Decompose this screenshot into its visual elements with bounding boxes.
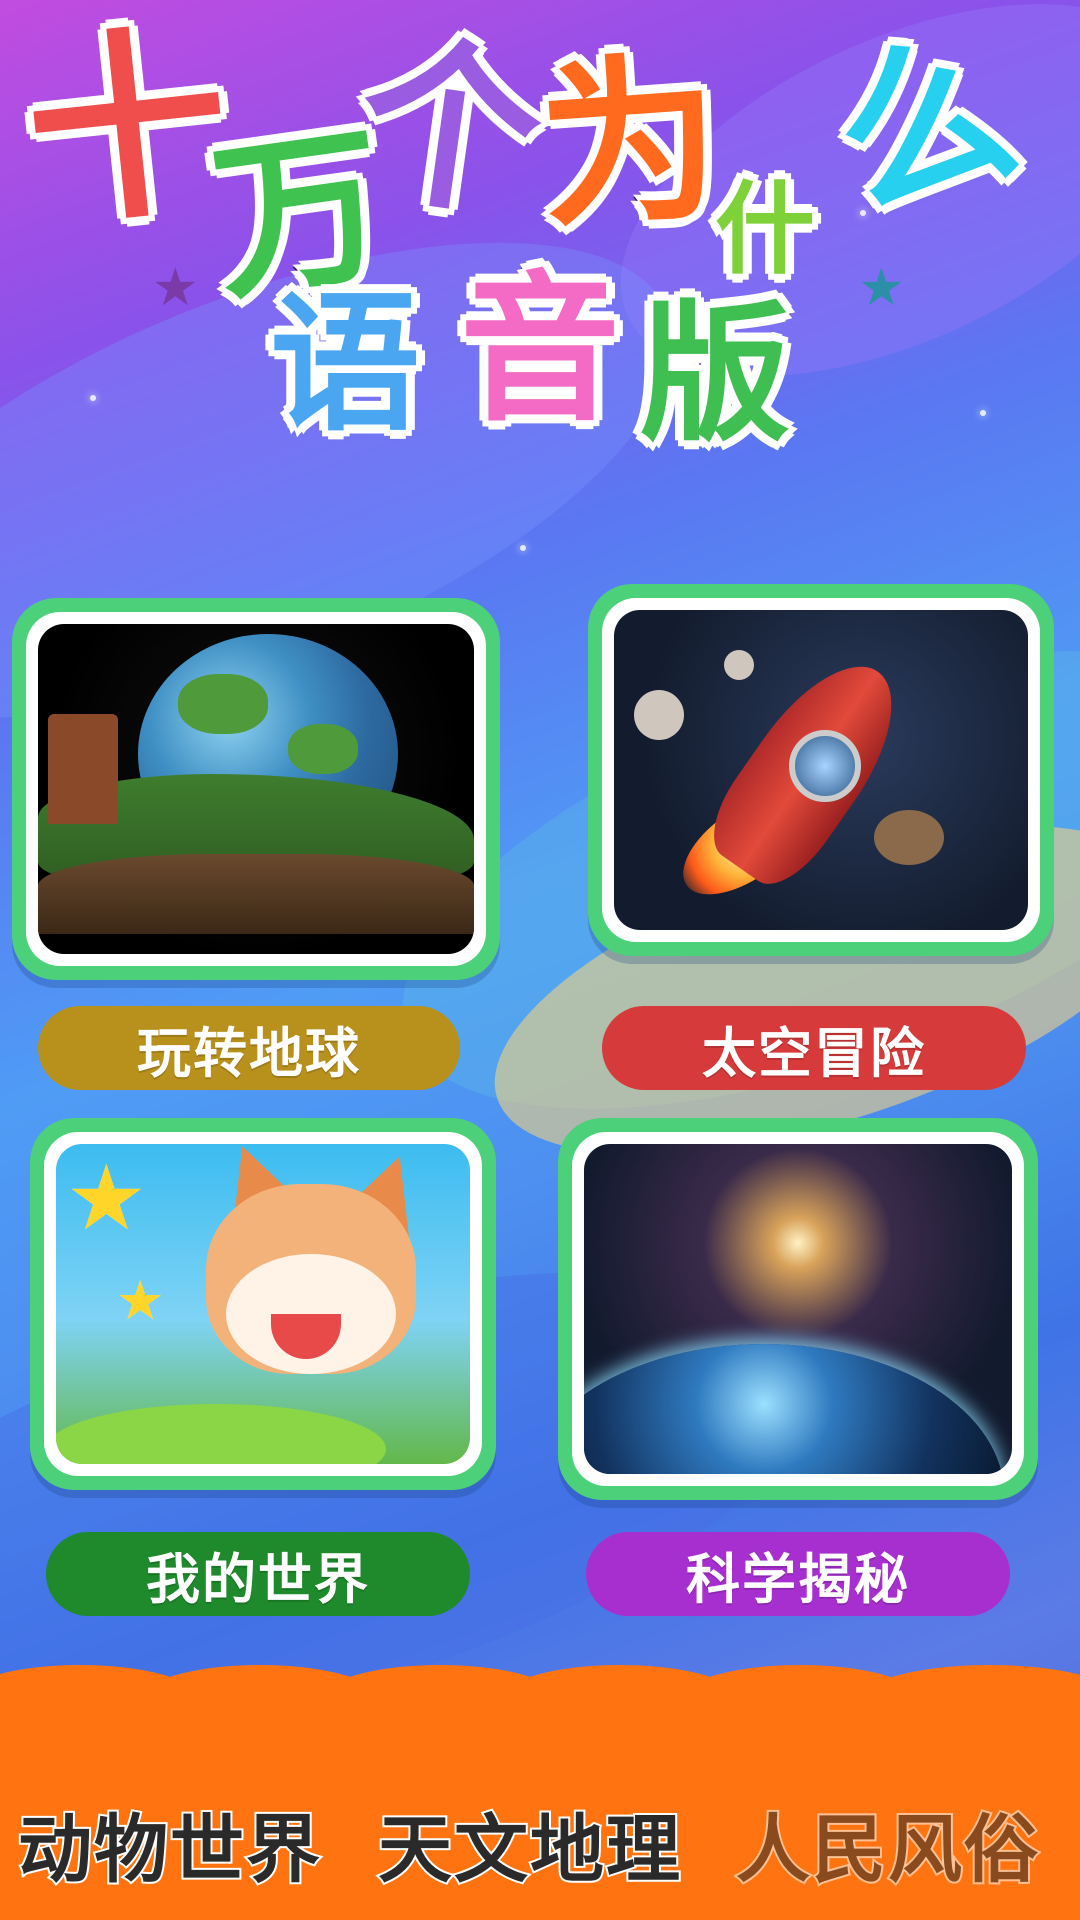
bottom-tag-animal-world: 动物世界 bbox=[16, 1805, 322, 1895]
category-label-my-world[interactable]: 我的世界 bbox=[46, 1532, 470, 1616]
app-screen: 十 万 个 为 什 么 语 音 版 ★ ★ 玩转地球 太空冒险 ★ ★ 我的世界… bbox=[0, 0, 1080, 1920]
title-char: 为 bbox=[530, 31, 730, 258]
bottom-tag-folk-customs: 人民风俗 bbox=[734, 1805, 1040, 1895]
category-card-space-adventure[interactable] bbox=[588, 584, 1054, 956]
ufo-illustration bbox=[56, 1404, 386, 1464]
title-char: 音 bbox=[457, 256, 623, 443]
earth-book-image bbox=[38, 624, 474, 954]
category-label-space-adventure[interactable]: 太空冒险 bbox=[602, 1006, 1026, 1090]
galaxy-planet-image bbox=[584, 1144, 1012, 1474]
title-char: 语 bbox=[267, 278, 423, 452]
title-char: 个 bbox=[343, 10, 556, 248]
open-book-illustration bbox=[38, 854, 474, 934]
category-card-science[interactable] bbox=[558, 1118, 1038, 1500]
title-char: 什 bbox=[712, 171, 818, 288]
category-card-earth[interactable] bbox=[12, 598, 500, 980]
sparkle-icon bbox=[980, 410, 986, 416]
star-icon: ★ bbox=[66, 1146, 147, 1251]
star-icon: ★ bbox=[152, 258, 199, 318]
category-label-science[interactable]: 科学揭秘 bbox=[586, 1532, 1010, 1616]
category-label-earth[interactable]: 玩转地球 bbox=[38, 1006, 460, 1090]
star-icon: ★ bbox=[858, 258, 905, 318]
bottom-tag-astronomy-geography: 天文地理 bbox=[376, 1805, 682, 1895]
cartoon-fox-image: ★ ★ bbox=[56, 1144, 470, 1464]
castle-illustration bbox=[48, 714, 118, 824]
rocket-image bbox=[614, 610, 1028, 930]
sparkle-icon bbox=[520, 545, 526, 551]
sparkle-icon bbox=[90, 395, 96, 401]
planet-illustration bbox=[584, 1344, 1004, 1474]
category-card-my-world[interactable]: ★ ★ bbox=[30, 1118, 496, 1490]
title-char: 版 bbox=[637, 288, 793, 462]
star-icon: ★ bbox=[116, 1269, 165, 1332]
